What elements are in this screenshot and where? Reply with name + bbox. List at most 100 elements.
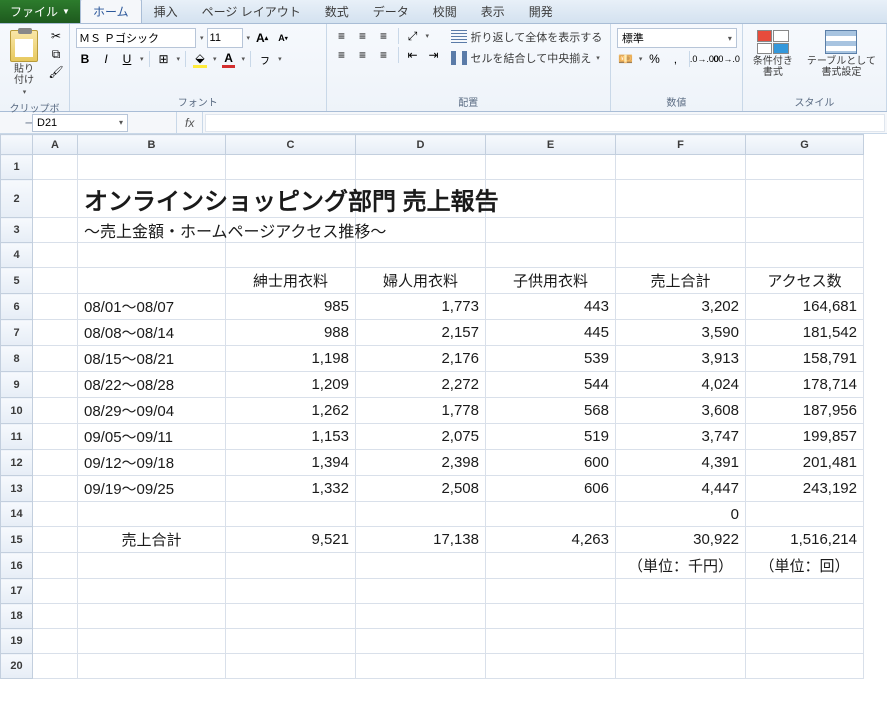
cell[interactable]: 08/29～09/04 [78, 398, 226, 424]
cell[interactable] [33, 629, 78, 654]
row-header[interactable]: 9 [1, 372, 33, 398]
cell[interactable]: 08/08～08/14 [78, 320, 226, 346]
format-painter-button[interactable]: 🖌 [47, 64, 65, 80]
column-header[interactable]: G [746, 135, 864, 155]
chevron-down-icon[interactable]: ▾ [140, 55, 144, 63]
cell[interactable] [616, 218, 746, 243]
cell[interactable]: 08/22～08/28 [78, 372, 226, 398]
cell[interactable]: 1,778 [356, 398, 486, 424]
merge-center-button[interactable]: セルを結合して中央揃え ▾ [451, 49, 603, 67]
cell[interactable]: 3,608 [616, 398, 746, 424]
cell[interactable]: 2,398 [356, 450, 486, 476]
cell[interactable] [746, 629, 864, 654]
tab-page-layout[interactable]: ページ レイアウト [190, 0, 313, 23]
cell[interactable]: 443 [486, 294, 616, 320]
cell[interactable] [33, 180, 78, 218]
tab-insert[interactable]: 挿入 [142, 0, 190, 23]
row-header[interactable]: 14 [1, 502, 33, 527]
chevron-down-icon[interactable]: ▾ [177, 55, 181, 63]
copy-button[interactable]: ⧉ [47, 46, 65, 62]
cell[interactable] [33, 502, 78, 527]
orientation-button[interactable]: ⤢ [404, 28, 422, 44]
cell[interactable] [486, 502, 616, 527]
cell[interactable] [356, 654, 486, 679]
wrap-text-button[interactable]: 折り返して全体を表示する [451, 28, 603, 46]
cell[interactable] [78, 502, 226, 527]
cell[interactable] [616, 579, 746, 604]
align-middle-button[interactable]: ≡ [354, 28, 372, 44]
cell[interactable] [746, 180, 864, 218]
cell[interactable]: 4,263 [486, 527, 616, 553]
cell[interactable] [486, 629, 616, 654]
cell[interactable] [486, 579, 616, 604]
align-left-button[interactable]: ≡ [333, 47, 351, 63]
row-header[interactable]: 2 [1, 180, 33, 218]
tab-view[interactable]: 表示 [469, 0, 517, 23]
cell[interactable]: 2,272 [356, 372, 486, 398]
cell[interactable] [226, 553, 356, 579]
accounting-format-button[interactable]: 💴 [617, 51, 635, 67]
borders-button[interactable]: ⊞ [155, 51, 173, 67]
cell[interactable] [33, 424, 78, 450]
cell[interactable] [486, 654, 616, 679]
cell[interactable]: 445 [486, 320, 616, 346]
percent-button[interactable]: % [645, 51, 663, 67]
cut-button[interactable]: ✂ [47, 28, 65, 44]
cell[interactable] [33, 268, 78, 294]
cell[interactable] [616, 155, 746, 180]
cell[interactable]: 2,176 [356, 346, 486, 372]
cell[interactable] [486, 218, 616, 243]
cell[interactable] [616, 243, 746, 268]
tab-developer[interactable]: 開発 [517, 0, 565, 23]
cell[interactable] [33, 579, 78, 604]
row-header[interactable]: 13 [1, 476, 33, 502]
cell[interactable] [33, 604, 78, 629]
cell[interactable]: 4,024 [616, 372, 746, 398]
cell[interactable] [226, 155, 356, 180]
cell[interactable]: 2,157 [356, 320, 486, 346]
cell[interactable]: 9,521 [226, 527, 356, 553]
cell[interactable]: 3,747 [616, 424, 746, 450]
cell[interactable]: ～売上金額・ホームページアクセス推移～ [78, 218, 226, 243]
cell[interactable]: 売上合計 [616, 268, 746, 294]
conditional-formatting-button[interactable]: 条件付き 書式 [749, 28, 797, 80]
cell[interactable] [33, 553, 78, 579]
phonetic-button[interactable]: ㇷ [256, 51, 274, 67]
underline-button[interactable]: U [118, 51, 136, 67]
fill-color-button[interactable]: ⬙ [191, 51, 209, 67]
decrease-indent-button[interactable]: ⇤ [404, 47, 422, 63]
cell[interactable] [78, 629, 226, 654]
cell[interactable] [33, 294, 78, 320]
cell[interactable]: 1,262 [226, 398, 356, 424]
cell[interactable]: 985 [226, 294, 356, 320]
cell[interactable] [486, 180, 616, 218]
cell[interactable] [33, 372, 78, 398]
row-header[interactable]: 16 [1, 553, 33, 579]
cell[interactable] [33, 243, 78, 268]
cell[interactable] [33, 654, 78, 679]
cell[interactable]: 09/12～09/18 [78, 450, 226, 476]
cell[interactable]: オンラインショッピング部門 売上報告 [78, 180, 226, 218]
decrease-decimal-button[interactable]: .00→.0 [716, 51, 734, 67]
cell[interactable] [33, 218, 78, 243]
cell[interactable]: 988 [226, 320, 356, 346]
cell[interactable]: 1,209 [226, 372, 356, 398]
fx-button[interactable]: fx [176, 112, 203, 133]
cell[interactable] [226, 629, 356, 654]
cell[interactable] [746, 155, 864, 180]
cell[interactable]: 09/19～09/25 [78, 476, 226, 502]
cell[interactable]: （単位：千円） [616, 553, 746, 579]
cell[interactable]: 600 [486, 450, 616, 476]
cell[interactable]: 1,773 [356, 294, 486, 320]
cell[interactable] [226, 579, 356, 604]
cell[interactable] [616, 604, 746, 629]
cell[interactable] [78, 155, 226, 180]
align-bottom-button[interactable]: ≡ [375, 28, 393, 44]
tab-data[interactable]: データ [361, 0, 421, 23]
paste-button[interactable]: 貼り付け ▾ [6, 28, 42, 98]
cell[interactable] [226, 243, 356, 268]
cell[interactable] [746, 604, 864, 629]
cell[interactable] [746, 243, 864, 268]
cell[interactable]: 539 [486, 346, 616, 372]
cell[interactable] [33, 527, 78, 553]
